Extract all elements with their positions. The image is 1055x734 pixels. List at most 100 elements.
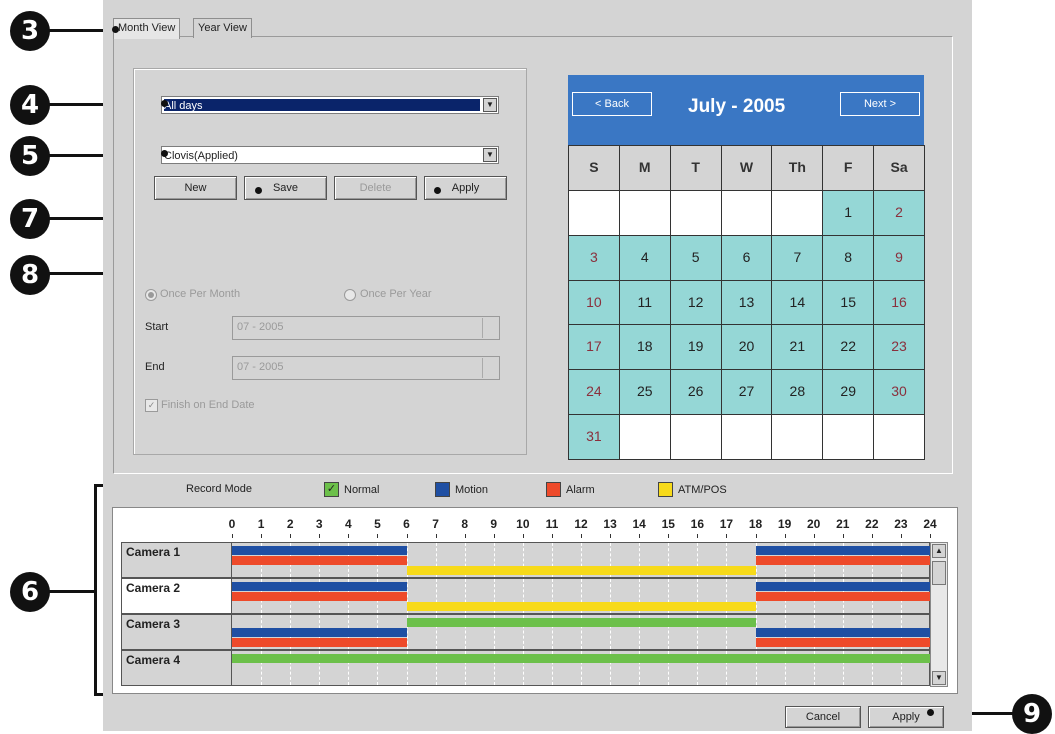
- calendar-day[interactable]: 15: [822, 279, 875, 326]
- callout-8: 8: [10, 255, 50, 295]
- scroll-thumb[interactable]: [932, 561, 946, 585]
- schedule-groupbox: [133, 68, 527, 455]
- motion-schedule-bar[interactable]: [755, 628, 930, 637]
- motion-schedule-bar[interactable]: [755, 582, 930, 591]
- calendar-day[interactable]: 13: [720, 279, 773, 326]
- chevron-down-icon[interactable]: ▼: [483, 98, 497, 112]
- callout-7: 7: [10, 199, 50, 239]
- alarm-schedule-bar[interactable]: [232, 556, 407, 565]
- alarm-label: Alarm: [566, 484, 595, 496]
- hour-tick-mark: [493, 534, 495, 538]
- calendar-day[interactable]: 26: [669, 369, 722, 416]
- calendar-day[interactable]: 29: [822, 369, 875, 416]
- tab-year-view[interactable]: Year View: [193, 18, 252, 38]
- normal-schedule-bar[interactable]: [406, 618, 756, 627]
- site-select-value: Clovis(Applied): [164, 150, 238, 162]
- calendar: < Back July - 2005 Next > S M T W Th F Sa 1 2 3 4 5…: [568, 75, 925, 460]
- schedule-select-value: All days: [164, 100, 203, 112]
- finish-on-end-checkbox[interactable]: ✓: [145, 399, 158, 412]
- weekday-header: F: [822, 145, 875, 191]
- calendar-day[interactable]: 11: [618, 279, 671, 326]
- calendar-day[interactable]: 24: [568, 369, 620, 416]
- schedule-select[interactable]: All days ▼: [161, 96, 499, 114]
- camera-row-label[interactable]: Camera 4: [121, 650, 232, 686]
- hour-tick-mark: [639, 534, 641, 538]
- camera-row-label[interactable]: Camera 1: [121, 542, 232, 578]
- camera-schedule-track[interactable]: [232, 614, 930, 650]
- calendar-day[interactable]: 23: [873, 324, 925, 371]
- camera-row-label[interactable]: Camera 2: [121, 578, 232, 614]
- alarm-schedule-bar[interactable]: [755, 556, 930, 565]
- calendar-back-button[interactable]: < Back: [572, 92, 652, 116]
- calendar-next-button[interactable]: Next >: [840, 92, 920, 116]
- calendar-day[interactable]: 8: [822, 234, 875, 281]
- calendar-month-title: July - 2005: [688, 96, 786, 117]
- schedule-scrollbar[interactable]: ▲ ▼: [930, 542, 948, 687]
- camera-schedule-track[interactable]: [232, 578, 930, 614]
- calendar-day[interactable]: 17: [568, 324, 620, 371]
- motion-schedule-bar[interactable]: [232, 582, 407, 591]
- motion-schedule-bar[interactable]: [232, 628, 407, 637]
- atm-pos-swatch-icon: [658, 482, 673, 497]
- scroll-down-icon[interactable]: ▼: [932, 671, 946, 685]
- hour-tick-label: 18: [748, 517, 763, 531]
- calendar-day[interactable]: 18: [618, 324, 671, 371]
- spinner-icon[interactable]: [482, 358, 498, 378]
- weekday-header: Sa: [873, 145, 925, 191]
- calendar-day[interactable]: 28: [771, 369, 824, 416]
- calendar-empty-cell: [618, 414, 671, 460]
- callout-6-line: [48, 590, 96, 593]
- calendar-day[interactable]: 27: [720, 369, 773, 416]
- atm-pos-schedule-bar[interactable]: [406, 566, 756, 575]
- end-date-field[interactable]: 07 - 2005: [232, 356, 500, 380]
- calendar-day[interactable]: 1: [822, 189, 875, 236]
- alarm-schedule-bar[interactable]: [232, 592, 407, 601]
- hour-tick-label: 13: [603, 517, 617, 531]
- calendar-header: < Back July - 2005 Next >: [568, 75, 924, 145]
- calendar-day[interactable]: 20: [720, 324, 773, 371]
- new-button[interactable]: New: [154, 176, 237, 200]
- alarm-schedule-bar[interactable]: [232, 638, 407, 647]
- calendar-day[interactable]: 5: [669, 234, 722, 281]
- calendar-day[interactable]: 12: [669, 279, 722, 326]
- calendar-day[interactable]: 3: [568, 234, 620, 281]
- calendar-day[interactable]: 30: [873, 369, 925, 416]
- normal-label: Normal: [344, 484, 380, 496]
- calendar-day[interactable]: 31: [568, 414, 620, 460]
- calendar-day[interactable]: 21: [771, 324, 824, 371]
- camera-schedule-track[interactable]: [232, 650, 930, 686]
- calendar-day[interactable]: 25: [618, 369, 671, 416]
- tab-month-view[interactable]: Month View: [113, 18, 181, 39]
- calendar-day[interactable]: 22: [822, 324, 875, 371]
- calendar-day[interactable]: 14: [771, 279, 824, 326]
- calendar-day[interactable]: 19: [669, 324, 722, 371]
- delete-button[interactable]: Delete: [334, 176, 417, 200]
- spinner-icon[interactable]: [482, 318, 498, 338]
- calendar-day[interactable]: 16: [873, 279, 925, 326]
- alarm-schedule-bar[interactable]: [755, 592, 930, 601]
- chevron-down-icon[interactable]: ▼: [483, 148, 497, 162]
- end-date-value: 07 - 2005: [237, 361, 284, 373]
- atm-pos-schedule-bar[interactable]: [406, 602, 756, 611]
- calendar-day[interactable]: 4: [618, 234, 671, 281]
- normal-schedule-bar[interactable]: [232, 654, 930, 663]
- callout-4: 4: [10, 85, 50, 125]
- site-select[interactable]: Clovis(Applied) ▼: [161, 146, 499, 164]
- calendar-day[interactable]: 7: [771, 234, 824, 281]
- once-per-month-radio[interactable]: [145, 289, 157, 301]
- calendar-day[interactable]: 9: [873, 234, 925, 281]
- normal-checkbox-icon[interactable]: ✓: [324, 482, 339, 497]
- cancel-button[interactable]: Cancel: [785, 706, 861, 728]
- camera-row-label[interactable]: Camera 3: [121, 614, 232, 650]
- calendar-day[interactable]: 2: [873, 189, 925, 236]
- once-per-year-radio[interactable]: [344, 289, 356, 301]
- scroll-up-icon[interactable]: ▲: [932, 544, 946, 558]
- camera-schedule-track[interactable]: [232, 542, 930, 578]
- alarm-schedule-bar[interactable]: [755, 638, 930, 647]
- start-date-field[interactable]: 07 - 2005: [232, 316, 500, 340]
- calendar-day[interactable]: 10: [568, 279, 620, 326]
- hour-tick-mark: [290, 534, 292, 538]
- motion-schedule-bar[interactable]: [755, 546, 930, 555]
- calendar-day[interactable]: 6: [720, 234, 773, 281]
- motion-schedule-bar[interactable]: [232, 546, 407, 555]
